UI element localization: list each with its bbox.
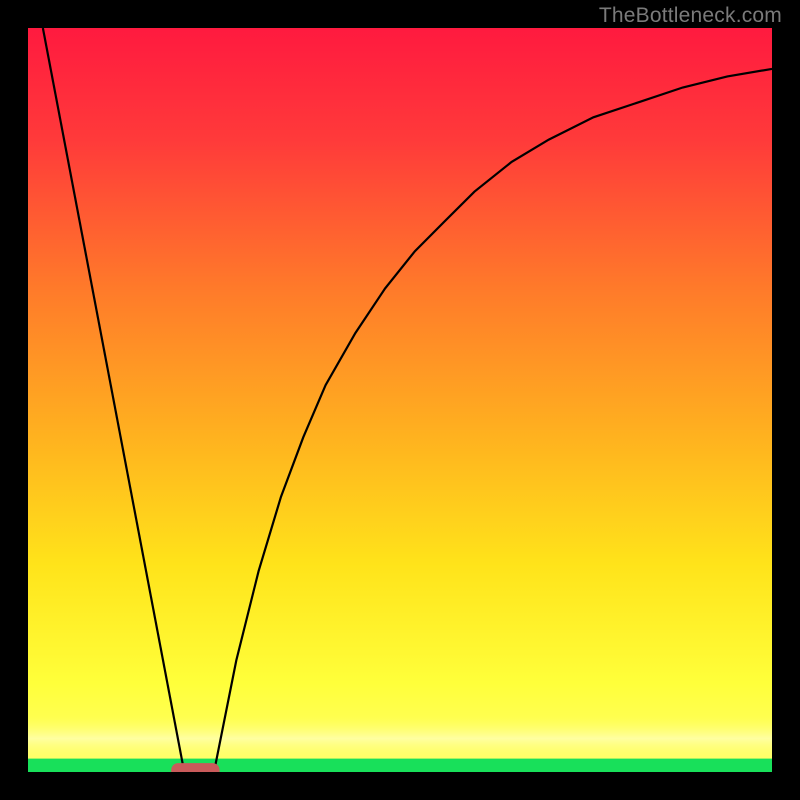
watermark-text: TheBottleneck.com (599, 4, 782, 28)
chart-background (28, 28, 772, 772)
optimal-zone-marker (171, 763, 219, 772)
green-baseline-band (28, 759, 772, 772)
chart-plot-area (28, 28, 772, 772)
chart-svg (28, 28, 772, 772)
yellow-lower-band (28, 716, 772, 761)
